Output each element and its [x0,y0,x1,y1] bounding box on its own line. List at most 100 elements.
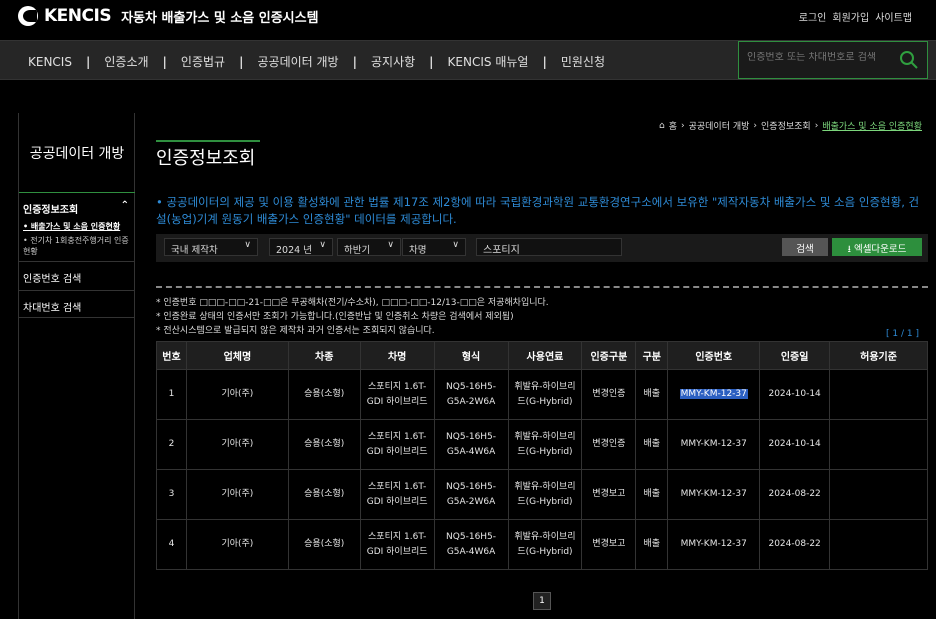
cell-category: 배출 [635,519,669,570]
cell-cert-type: 변경보고 [581,469,637,520]
logo[interactable]: KENCIS 자동차 배출가스 및 소음 인증시스템 [18,6,319,26]
cell-model: NQ5-16H5-G5A-2W6A [433,469,509,520]
cell-company: 기아(주) [185,369,289,420]
nav-item-manual[interactable]: KENCIS 매뉴얼 [448,53,529,70]
cell-vehicle-name: 스포티지 1.6T-GDI 하이브리드 [359,419,435,470]
page-description: • 공공데이터의 제공 및 이용 활성화에 관한 법률 제17조 제2항에 따라… [156,195,920,226]
col-number: 번호 [156,341,187,370]
col-cert-date: 인증일 [759,341,831,370]
col-vehicle-name: 차명 [359,341,435,370]
nav-item-public-data[interactable]: 공공데이터 개방 [257,53,338,70]
cell-vehicle-type: 승용(소형) [287,469,361,520]
nav-item-kencis[interactable]: KENCIS [28,55,72,69]
cell-cert-number[interactable]: MMY-KM-12-37 [667,469,761,520]
cell-vehicle-type: 승용(소형) [287,369,361,420]
cell-standard [829,519,928,570]
origin-select[interactable]: 국내 제작차 ∨ [164,238,258,256]
col-category: 구분 [635,341,669,370]
sidebar-item-vin-search[interactable]: 차대번호 검색 [19,290,135,318]
year-select-value: 2024 년 [276,245,312,256]
field-select[interactable]: 차명 ∨ [402,238,466,256]
cell-cert-date: 2024-08-22 [759,519,831,570]
chevron-up-icon: ⌃ [120,200,129,211]
half-select[interactable]: 하반기 ∨ [337,238,401,256]
chevron-right-icon: › [680,120,685,131]
search-icon[interactable] [899,50,919,70]
chevron-down-icon: ∨ [244,240,251,250]
breadcrumb-home[interactable]: 홈 [669,119,677,132]
cell-category: 배출 [635,419,669,470]
sidebar-section-cert-info[interactable]: 인증정보조회 ⌃ [19,195,135,219]
sidebar-item-cert-number-search[interactable]: 인증번호 검색 [19,261,135,289]
breadcrumb-public-data[interactable]: 공공데이터 개방 [689,119,750,132]
origin-select-value: 국내 제작차 [171,245,218,256]
pagination-page-1[interactable]: 1 [533,592,551,610]
breadcrumb-current[interactable]: 배출가스 및 소음 인증현황 [822,119,922,132]
col-model: 형식 [433,341,509,370]
signup-link[interactable]: 회원가입 [832,9,869,24]
col-fuel: 사용연료 [507,341,583,370]
excel-download-button[interactable]: ⭳ 엑셀다운로드 [832,238,922,256]
results-table: 번호 업체명 차종 차명 형식 사용연료 인증구분 구분 인증번호 인증일 허용… [156,341,928,570]
cell-model: NQ5-16H5-G5A-4W6A [433,519,509,570]
divider [156,286,928,288]
cell-standard [829,419,928,470]
half-select-value: 하반기 [344,245,371,256]
table-row[interactable]: 3 기아(주) 승용(소형) 스포티지 1.6T-GDI 하이브리드 NQ5-1… [156,469,928,520]
cell-cert-date: 2024-10-14 [759,369,831,420]
cell-fuel: 휘발유-하이브리드(G-Hybrid) [507,369,583,420]
download-icon: ⭳ [847,244,851,255]
search-button[interactable]: 검색 [782,238,828,256]
nav-separator: | [352,54,357,69]
cell-number: 2 [156,419,187,470]
notes: * 인증번호 □□□-□□-21-□□은 무공해차(전기/수소차), □□□-□… [156,296,549,338]
sidebar-item-emission-status[interactable]: • 배출가스 및 소음 인증현황 [23,221,133,232]
page-info: [ 1 / 1 ] [886,329,919,339]
nav-item-intro[interactable]: 인증소개 [104,53,148,70]
logo-text: KENCIS [44,6,112,26]
breadcrumb: ⌂ 홈 › 공공데이터 개방 › 인증정보조회 › 배출가스 및 소음 인증현황 [659,119,922,133]
cell-number: 1 [156,369,187,420]
nav-separator: | [239,54,244,69]
login-link[interactable]: 로그인 [799,9,827,24]
nav-item-civil[interactable]: 민원신청 [561,53,605,70]
home-icon[interactable]: ⌂ [659,121,665,131]
chevron-down-icon: ∨ [319,240,326,250]
field-select-value: 차명 [409,245,427,256]
nav-item-notice[interactable]: 공지사항 [371,53,415,70]
sidebar: 공공데이터 개방 인증정보조회 ⌃ • 배출가스 및 소음 인증현황 • 전기차… [18,113,135,619]
nav-item-law[interactable]: 인증법규 [181,53,225,70]
keyword-input[interactable]: 스포티지 [476,238,622,256]
breadcrumb-cert-info[interactable]: 인증정보조회 [761,119,811,132]
cell-category: 배출 [635,369,669,420]
cell-cert-number[interactable]: MMY-KM-12-37 [667,419,761,470]
cell-cert-type: 변경인증 [581,419,637,470]
chevron-down-icon: ∨ [452,240,459,250]
note-1: * 인증번호 □□□-□□-21-□□은 무공해차(전기/수소차), □□□-□… [156,298,549,308]
search-input[interactable] [747,52,892,63]
cell-standard [829,469,928,520]
logo-mark-icon [18,6,38,26]
sitemap-link[interactable]: 사이트맵 [875,9,912,24]
cell-standard [829,369,928,420]
excel-download-label: 엑셀다운로드 [853,244,907,255]
cell-company: 기아(주) [185,519,289,570]
cell-company: 기아(주) [185,419,289,470]
note-2: * 인증완료 상태의 인증서만 조회가 가능합니다.(인증반납 및 인증취소 차… [156,312,514,322]
table-row[interactable]: 4 기아(주) 승용(소형) 스포티지 1.6T-GDI 하이브리드 NQ5-1… [156,519,928,570]
cell-number: 3 [156,469,187,520]
cell-fuel: 휘발유-하이브리드(G-Hybrid) [507,419,583,470]
cell-vehicle-type: 승용(소형) [287,419,361,470]
sidebar-item-ev-range[interactable]: • 전기차 1회충전주행거리 인증현황 [23,235,133,257]
cell-cert-number[interactable]: MMY-KM-12-37 [667,369,761,420]
year-select[interactable]: 2024 년 ∨ [269,238,333,256]
cell-cert-type: 변경보고 [581,519,637,570]
table-row[interactable]: 1 기아(주) 승용(소형) 스포티지 1.6T-GDI 하이브리드 NQ5-1… [156,369,928,420]
logo-subtitle: 자동차 배출가스 및 소음 인증시스템 [121,10,319,26]
table-header-row: 번호 업체명 차종 차명 형식 사용연료 인증구분 구분 인증번호 인증일 허용… [156,341,928,370]
cell-model: NQ5-16H5-G5A-4W6A [433,419,509,470]
cell-cert-number[interactable]: MMY-KM-12-37 [667,519,761,570]
cell-cert-date: 2024-10-14 [759,419,831,470]
table-row[interactable]: 2 기아(주) 승용(소형) 스포티지 1.6T-GDI 하이브리드 NQ5-1… [156,419,928,470]
cell-fuel: 휘발유-하이브리드(G-Hybrid) [507,519,583,570]
